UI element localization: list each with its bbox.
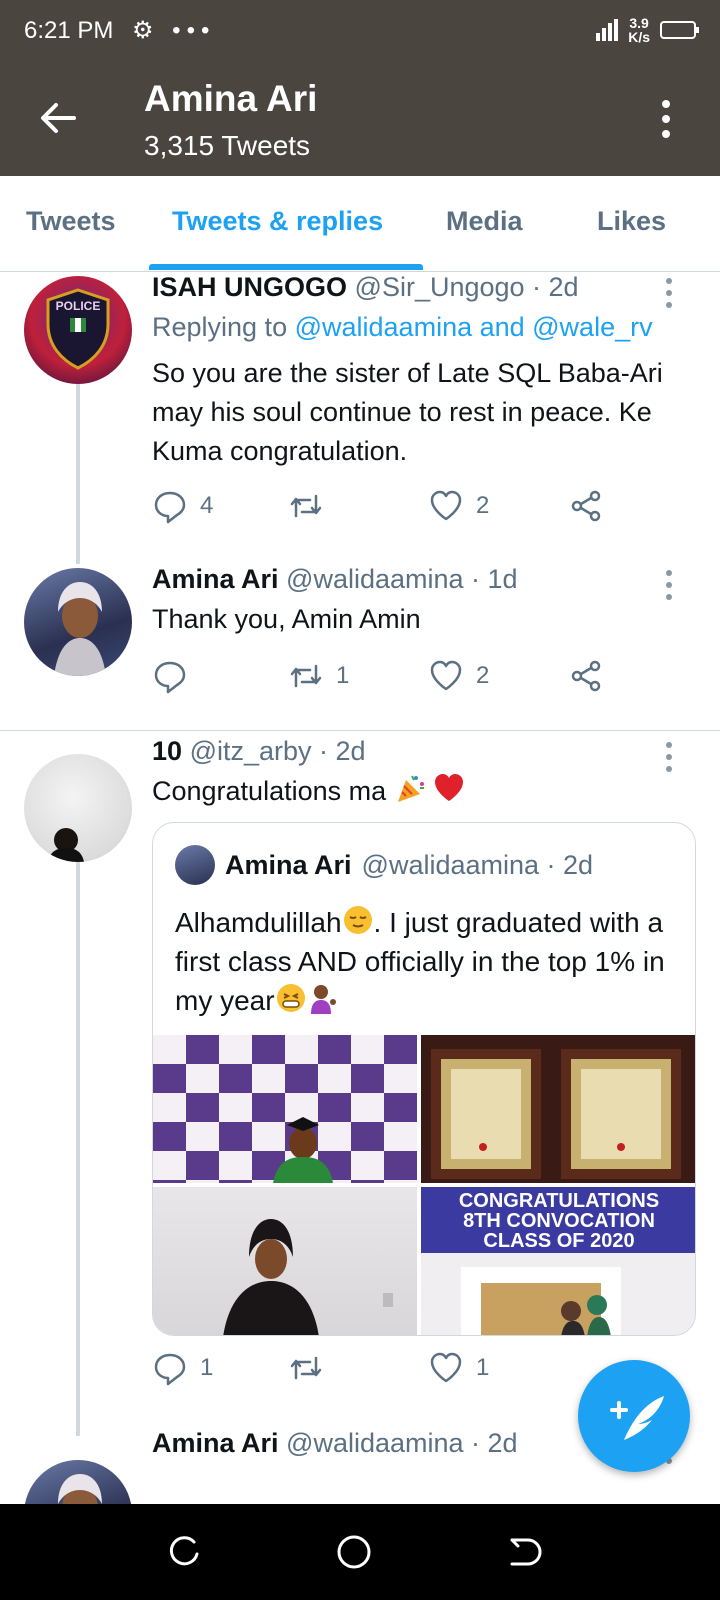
- reply-button[interactable]: 4: [152, 488, 213, 524]
- profile-header: Amina Ari 3,315 Tweets: [0, 64, 720, 176]
- profile-photo-icon: [48, 828, 84, 862]
- avatar: [175, 845, 215, 885]
- reply-button[interactable]: 1: [152, 1350, 213, 1386]
- reply-icon: [154, 491, 186, 524]
- compose-tweet-button[interactable]: [578, 1360, 690, 1472]
- reply-count: 4: [200, 492, 214, 519]
- active-tab-indicator: [149, 264, 423, 270]
- retweet-button[interactable]: [288, 1350, 336, 1386]
- photo-graduation-backdrop[interactable]: [153, 1035, 417, 1183]
- retweet-button[interactable]: 1: [288, 658, 349, 694]
- like-count: 2: [476, 492, 490, 519]
- like-count: 1: [476, 1354, 490, 1381]
- profile-photo-icon: [54, 582, 106, 676]
- like-count: 2: [476, 662, 490, 689]
- tweet-handle-time: @itz_arby · 2d: [189, 736, 366, 766]
- tweet-handle-time: @walidaamina · 1d: [286, 564, 518, 594]
- tweet-author-name[interactable]: ISAH UNGOGO: [152, 272, 347, 302]
- like-button[interactable]: 1: [428, 1350, 489, 1386]
- tweet-author-name[interactable]: Amina Ari: [152, 1428, 279, 1458]
- avatar[interactable]: [24, 1460, 132, 1504]
- thread-line: [76, 384, 80, 564]
- photo-portrait[interactable]: [153, 1187, 417, 1335]
- profile-tabs: Tweets Tweets & replies Media Likes: [0, 176, 720, 272]
- tweet-actions: 1 2: [152, 658, 622, 694]
- back-arrow-icon[interactable]: [36, 96, 80, 140]
- thread-line: [76, 846, 80, 1436]
- tweet-author-name[interactable]: 10: [152, 736, 182, 766]
- profile-photo-icon: [58, 1474, 102, 1504]
- heart-icon: [430, 1352, 462, 1383]
- compose-feather-icon: [610, 1396, 664, 1440]
- tab-media[interactable]: Media: [446, 206, 523, 237]
- recent-apps-icon[interactable]: [164, 1532, 204, 1572]
- retweet-icon: [290, 664, 322, 688]
- avatar[interactable]: POLICE: [24, 276, 132, 384]
- quoted-tweet[interactable]: Amina Ari @walidaamina · 2d Alhamdulilla…: [152, 822, 696, 1336]
- tab-likes[interactable]: Likes: [597, 206, 666, 237]
- replying-to: Replying to @walidaamina and @wale_rv: [152, 312, 653, 342]
- system-nav-bar: [0, 1504, 720, 1600]
- relieved-face-icon: [343, 906, 372, 934]
- divider: [0, 730, 720, 731]
- quoted-author-name: Amina Ari: [225, 849, 352, 880]
- tweet-actions: 1 1: [152, 1350, 622, 1386]
- like-button[interactable]: 2: [428, 488, 489, 524]
- tab-tweets[interactable]: Tweets: [26, 206, 116, 237]
- share-icon: [571, 490, 601, 522]
- svg-text:POLICE: POLICE: [56, 299, 101, 313]
- tweet-text: Thank you, Amin Amin: [152, 604, 421, 634]
- tweet-text: So you are the sister of Late SQL Baba-A…: [152, 358, 663, 466]
- tweet-count: 3,315 Tweets: [144, 130, 311, 161]
- back-icon[interactable]: [504, 1532, 544, 1572]
- more-options-icon[interactable]: [662, 100, 670, 145]
- quoted-text: Alhamdulillah. I just graduated with a f…: [175, 903, 675, 1020]
- photo-award-plaques[interactable]: [421, 1035, 695, 1183]
- reply-count: 1: [200, 1354, 214, 1381]
- heart-icon: [430, 660, 462, 691]
- heart-icon: [430, 490, 462, 521]
- share-button[interactable]: [568, 488, 604, 524]
- tweet-feed[interactable]: POLICE ISAH UNGOGO @Sir_Ungogo · 2d Repl…: [0, 272, 720, 1504]
- photo-grid: CONGRATULATIONS 8TH CONVOCATION CLASS OF…: [153, 1035, 695, 1335]
- signal-icon: [596, 19, 619, 41]
- like-button[interactable]: 2: [428, 658, 489, 694]
- photo-convocation-banner[interactable]: CONGRATULATIONS 8TH CONVOCATION CLASS OF…: [421, 1187, 695, 1335]
- reply-mentions[interactable]: @walidaamina and @wale_rv: [295, 312, 653, 342]
- person-tipping-hand-icon: [310, 985, 336, 1014]
- home-icon[interactable]: [334, 1532, 374, 1572]
- tweet-handle-time: @walidaamina · 2d: [286, 1428, 518, 1458]
- network-speed: 3.9 K/s: [628, 15, 650, 45]
- reply-button[interactable]: [152, 658, 200, 694]
- party-popper-icon: [397, 775, 424, 802]
- share-icon: [571, 660, 601, 692]
- share-button[interactable]: [568, 658, 604, 694]
- tweet-menu-icon[interactable]: [666, 278, 672, 314]
- avatar[interactable]: [24, 568, 132, 676]
- status-bar: 6:21 PM ⚙ ••• 3.9 K/s: [0, 0, 720, 64]
- retweet-count: 1: [336, 662, 350, 689]
- tweet-actions: 4 2: [152, 488, 622, 524]
- retweet-icon: [290, 1356, 322, 1380]
- status-time: 6:21 PM: [24, 17, 114, 44]
- tab-tweets-and-replies[interactable]: Tweets & replies: [172, 206, 383, 237]
- retweet-button[interactable]: [288, 488, 336, 524]
- red-heart-icon: [435, 774, 464, 801]
- reply-icon: [154, 1353, 186, 1386]
- tweet-author-name[interactable]: Amina Ari: [152, 564, 279, 594]
- tweet-text: Congratulations ma: [152, 772, 692, 811]
- reply-icon: [154, 661, 186, 694]
- grinning-face-icon: [276, 984, 305, 1012]
- notification-icons: ⚙ •••: [132, 17, 216, 44]
- quoted-handle-time: @walidaamina · 2d: [361, 849, 594, 880]
- police-badge-icon: POLICE: [46, 288, 110, 370]
- tweet-handle-time: @Sir_Ungogo · 2d: [354, 272, 579, 302]
- avatar[interactable]: [24, 754, 132, 862]
- profile-name: Amina Ari: [144, 78, 318, 119]
- retweet-icon: [290, 494, 322, 518]
- battery-icon: [660, 21, 699, 39]
